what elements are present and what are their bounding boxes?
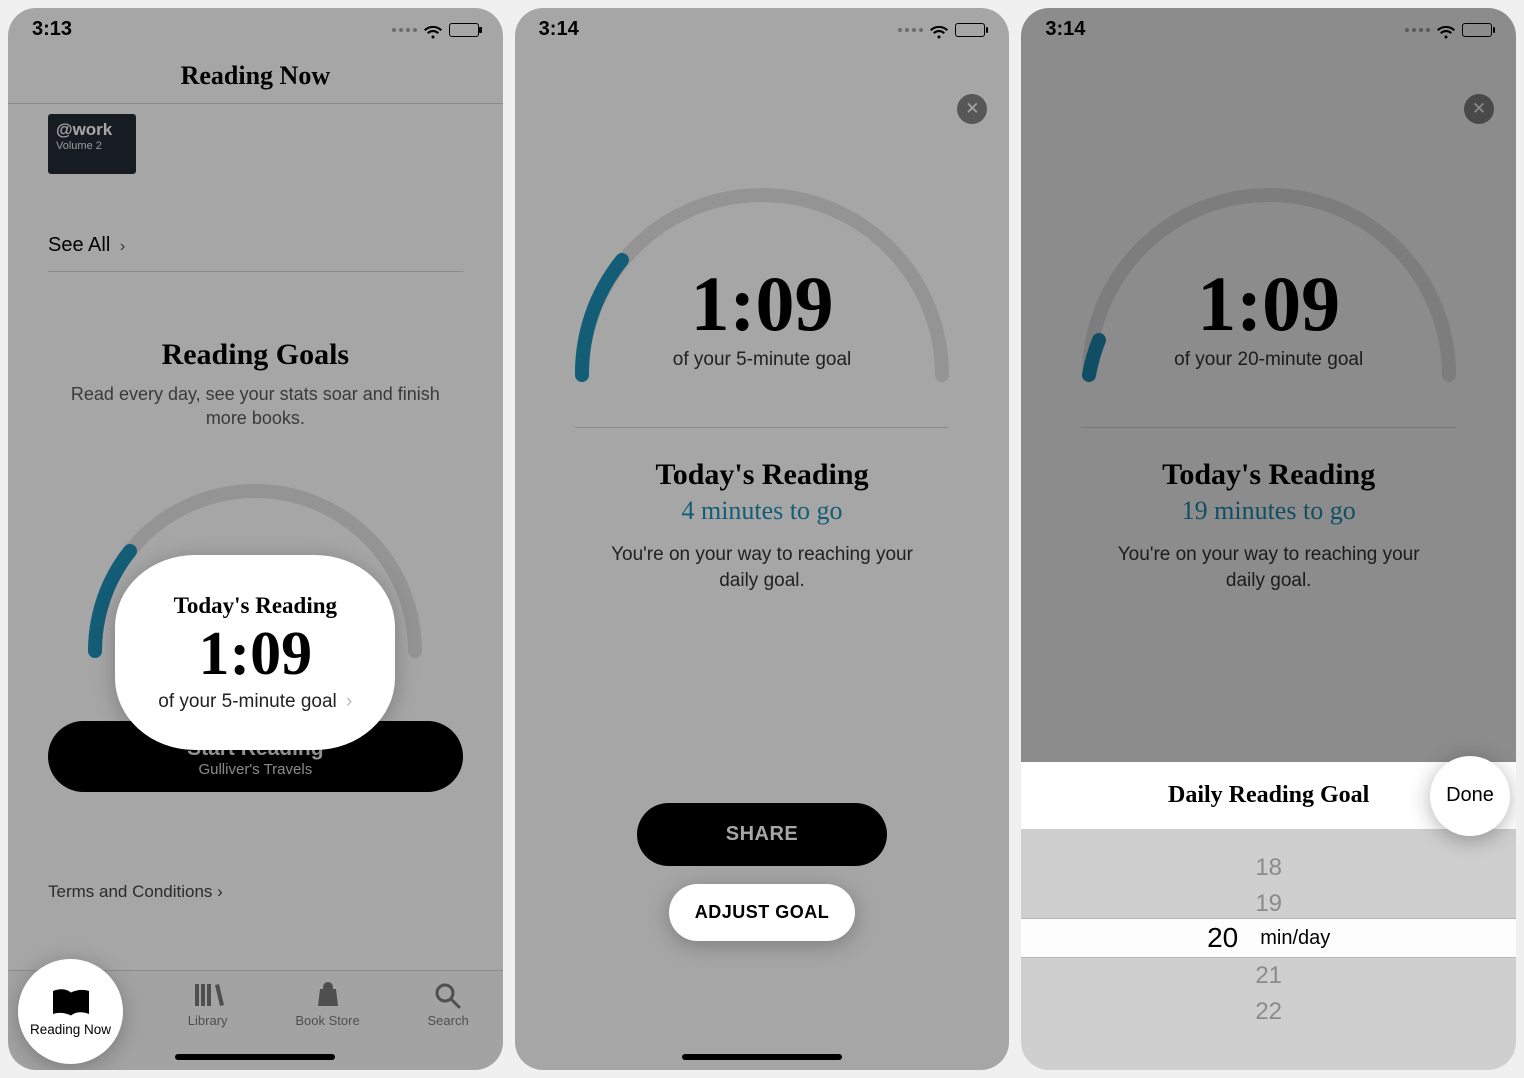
cellular-icon [898,28,923,32]
divider [8,103,503,104]
minutes-picker[interactable]: 18 19 - 21 22 20 min/day [1021,830,1516,1070]
chevron-right-icon: › [217,882,223,901]
done-label: Done [1446,784,1494,807]
book-thumbnail[interactable]: @work Volume 2 [48,114,136,174]
close-button[interactable]: ✕ [957,94,987,124]
wifi-icon [929,23,949,37]
status-bar: 3:14 [1021,8,1516,45]
book-thumb-subtitle: Volume 2 [56,140,128,152]
status-bar: 3:14 [515,8,1010,45]
bag-icon [311,981,345,1009]
status-time: 3:13 [32,18,72,41]
battery-icon [1462,23,1492,37]
progress-arc [515,155,1010,435]
tab-label: Library [188,1013,228,1028]
picker-selected: 20 min/day [1021,918,1516,958]
screenshot-3-daily-goal-picker: 3:14 ✕ 1:09 of your 20-minute goal Today… [1021,8,1516,1070]
chevron-right-icon: › [346,691,352,712]
status-bar: 3:13 [8,8,503,45]
book-open-icon [51,986,91,1018]
todays-reading-header: Today's Reading [1021,458,1516,492]
picker-option[interactable]: 18 [1255,850,1282,886]
tab-label: Reading Now [30,1022,111,1037]
home-indicator[interactable] [175,1054,335,1060]
tab-book-store[interactable]: Book Store [295,981,359,1028]
close-icon: ✕ [1472,99,1486,119]
battery-icon [955,23,985,37]
see-all-link[interactable]: See All › [48,234,463,257]
todays-reading-header: Today's Reading [515,458,1010,492]
status-right [392,23,479,37]
screenshot-1-reading-now: 3:13 Reading Now @work Volume 2 See All … [8,8,503,1070]
search-icon [431,981,465,1009]
picker-option[interactable]: 19 [1255,886,1282,922]
close-button[interactable]: ✕ [1464,94,1494,124]
battery-icon [449,23,479,37]
progress-arc [1021,155,1516,435]
cellular-icon [1405,28,1430,32]
divider [48,271,463,272]
home-indicator[interactable] [682,1054,842,1060]
cellular-icon [392,28,417,32]
todays-reading-card[interactable]: Today's Reading 1:09 of your 5-minute go… [115,555,395,750]
picker-unit: min/day [1260,927,1330,950]
page-title: Reading Now [8,45,503,103]
minutes-to-go: 19 minutes to go [1021,496,1516,526]
wifi-icon [1436,23,1456,37]
tab-label: Search [428,1013,469,1028]
chevron-right-icon: › [120,238,125,255]
tab-search[interactable]: Search [428,981,469,1028]
status-right [898,23,985,37]
adjust-goal-label: ADJUST GOAL [695,902,830,922]
encouragement-text: You're on your way to reaching your dail… [595,542,930,593]
reading-goals-subtitle: Read every day, see your stats soar and … [64,382,447,431]
status-right [1405,23,1492,37]
adjust-goal-button[interactable]: ADJUST GOAL [669,884,855,941]
status-time: 3:14 [1045,18,1085,41]
status-time: 3:14 [539,18,579,41]
sheet-title: Daily Reading Goal [1168,782,1369,809]
sheet-header: Daily Reading Goal Done [1021,762,1516,830]
wifi-icon [423,23,443,37]
reading-goals-header: Reading Goals [8,338,503,372]
share-button[interactable]: SHARE [637,803,887,866]
book-thumb-title: @work [56,120,128,140]
terms-label: Terms and Conditions [48,882,212,901]
library-icon [191,981,225,1009]
tab-label: Book Store [295,1013,359,1028]
highlight-reading-now-tab[interactable]: Reading Now [18,959,123,1064]
done-button[interactable]: Done [1430,756,1510,836]
picker-option[interactable]: 22 [1255,994,1282,1030]
picker-selected-value: 20 [1207,922,1238,954]
card-today-label: Today's Reading [174,593,337,619]
card-time: 1:09 [199,623,313,685]
start-reading-subtitle: Gulliver's Travels [48,761,463,778]
card-goal-label: of your 5-minute goal › [158,691,352,713]
screenshot-2-goal-detail: 3:14 ✕ 1:09 of your 5-minute goal Today'… [515,8,1010,1070]
share-label: SHARE [726,823,799,845]
picker-option[interactable]: 21 [1255,958,1282,994]
minutes-to-go: 4 minutes to go [515,496,1010,526]
see-all-label: See All [48,234,110,256]
encouragement-text: You're on your way to reaching your dail… [1101,542,1436,593]
daily-goal-sheet: Daily Reading Goal Done 18 19 - 21 22 20… [1021,762,1516,1070]
terms-link[interactable]: Terms and Conditions › [48,882,463,902]
tab-library[interactable]: Library [188,981,228,1028]
close-icon: ✕ [965,99,979,119]
